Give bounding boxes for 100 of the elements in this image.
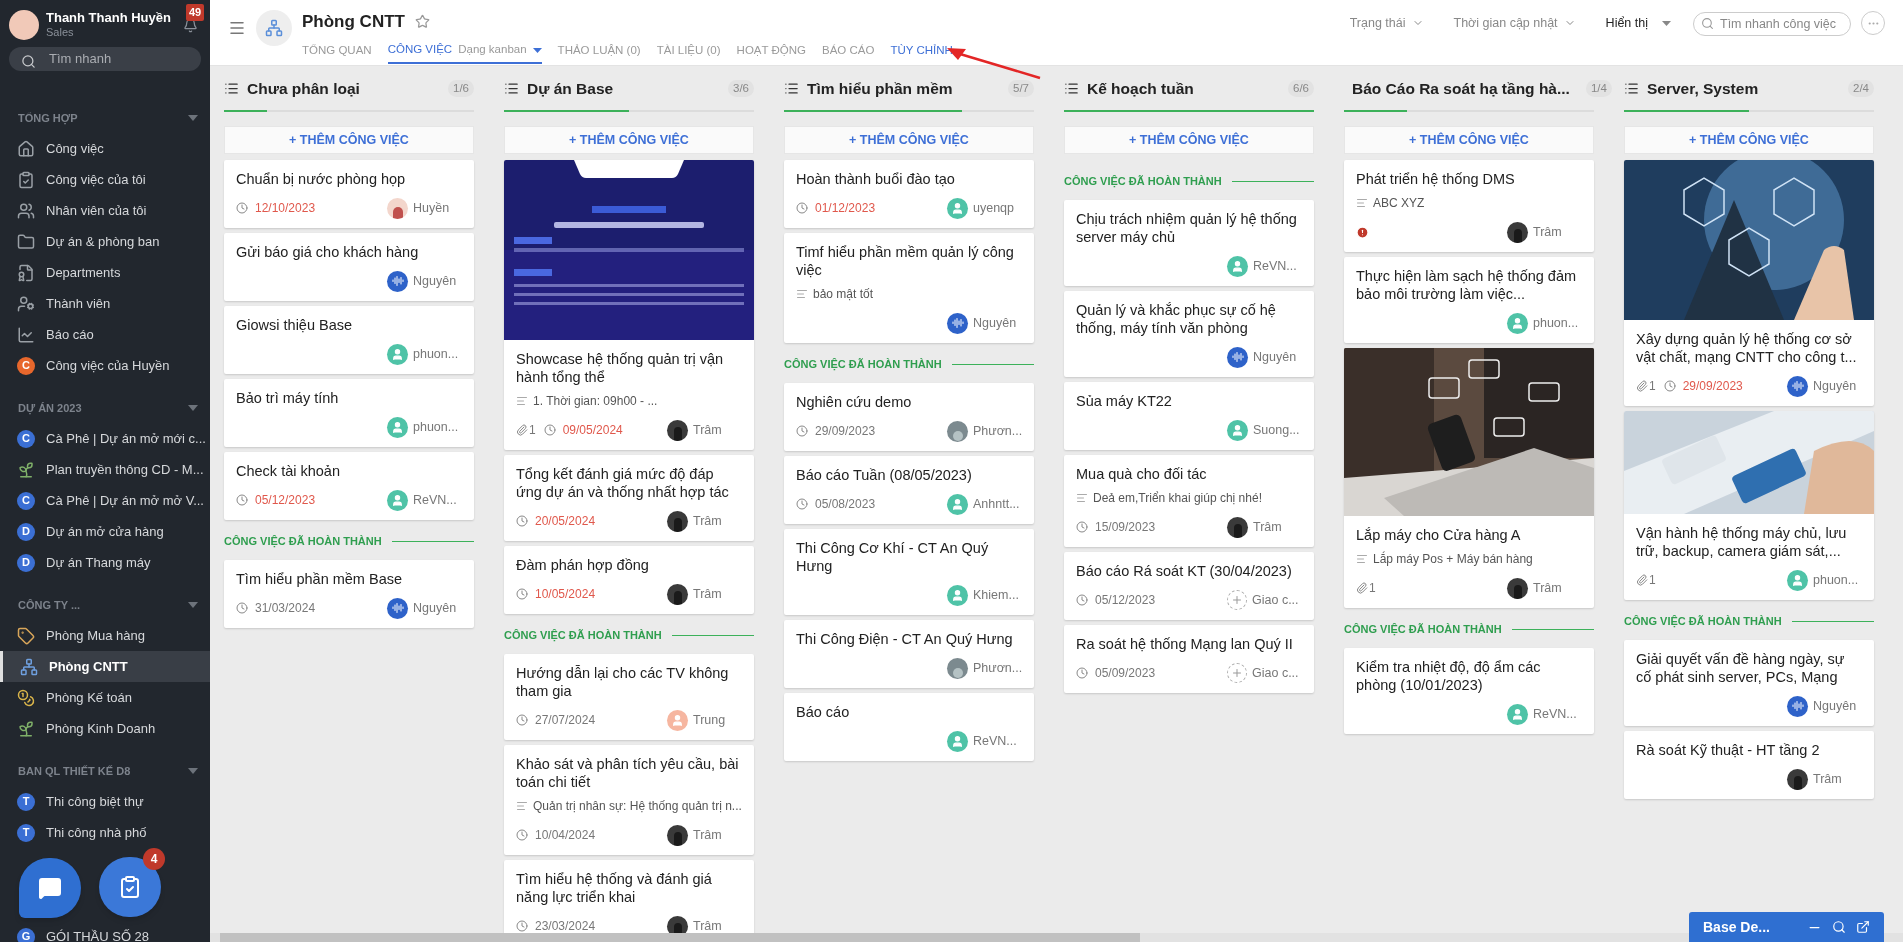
task-card[interactable]: Vận hành hệ thống máy chủ, lưu trữ, backup, camera giám sát,... 1 phuon... xyxy=(1624,411,1874,600)
task-card[interactable]: Chuẩn bị nước phòng họp 12/10/2023 Huyền xyxy=(224,160,474,228)
due-date: 05/12/2023 xyxy=(1095,592,1156,609)
task-card[interactable]: Showcase hệ thống quản trị vận hành tổng thể 1. Thời gian: 09h00 - ... 1 09/05/2024 Trâm xyxy=(504,160,754,450)
tab[interactable]: TÙY CHỈNH xyxy=(890,38,953,64)
task-card[interactable]: Phát triển hệ thống DMS ABC XYZ Trâm xyxy=(1344,160,1594,252)
section-label: CÔNG VIỆC ĐÃ HOÀN THÀNH xyxy=(1624,613,1782,630)
add-task-button[interactable]: + THÊM CÔNG VIỆC xyxy=(504,126,754,154)
caret-icon[interactable] xyxy=(532,47,542,53)
task-card[interactable]: Check tài khoản 05/12/2023 ReVN... xyxy=(224,452,474,520)
add-task-button[interactable]: + THÊM CÔNG VIỆC xyxy=(1624,126,1874,154)
task-card[interactable]: Xây dựng quản lý hệ thống cơ sở vật chất, mạng CNTT cho công t... 1 29/09/2023 Nguyên xyxy=(1624,160,1874,406)
task-card[interactable]: Hướng dẫn lại cho các TV không tham gia 27/07/2024 Trung xyxy=(504,654,754,740)
star-icon[interactable] xyxy=(414,14,430,30)
task-title: Gửi báo giá cho khách hàng xyxy=(236,243,420,261)
sidebar-item[interactable]: Công việc của tôi xyxy=(0,164,210,195)
sidebar-item[interactable]: T Thi công biệt thự xyxy=(0,786,210,817)
sidebar-item[interactable]: Nhân viên của tôi xyxy=(0,195,210,226)
sidebar-item[interactable]: Công việc xyxy=(0,133,210,164)
clock-icon xyxy=(1663,380,1676,392)
sidebar-item[interactable]: Thành viên xyxy=(0,288,210,319)
task-card[interactable]: Gửi báo giá cho khách hàng Nguyên xyxy=(224,233,474,301)
scrollbar[interactable] xyxy=(220,933,1140,942)
task-card[interactable]: Nghiên cứu demo 29/09/2023 Phươn... xyxy=(784,383,1034,451)
letter-icon: D xyxy=(17,522,35,541)
search-field[interactable]: Tìm nhanh công việc xyxy=(1693,12,1851,36)
task-card[interactable]: Thi Công Cơ Khí - CT An Quý Hưng Khiem... xyxy=(784,529,1034,615)
sidebar-item[interactable]: Departments xyxy=(0,257,210,288)
task-card[interactable]: Báo cáo ReVN... xyxy=(784,693,1034,761)
sidebar-item[interactable]: C Cà Phê | Dự án mở mới c... xyxy=(0,423,210,454)
caret-icon[interactable] xyxy=(188,115,198,121)
description-icon xyxy=(516,800,528,812)
sidebar-item[interactable]: C Công việc của Huyền xyxy=(0,350,210,381)
task-card[interactable]: Thực hiện làm sạch hệ thống đảm bảo môi trường làm việc... phuon... xyxy=(1344,257,1594,343)
user-gear-icon xyxy=(17,294,35,313)
caret-icon[interactable] xyxy=(188,768,198,774)
task-card[interactable]: Timf hiểu phần mềm quản lý công việc bảo mật tốt Nguyên xyxy=(784,233,1034,343)
task-card[interactable]: Rà soát Kỹ thuật - HT tầng 2 Trâm xyxy=(1624,731,1874,799)
task-card[interactable]: Tìm hiểu hệ thống và đánh giá năng lực triển khai 23/03/2024 Trâm xyxy=(504,860,754,933)
sidebar-item[interactable]: C Cà Phê | Dự án mở mở V... xyxy=(0,485,210,516)
sidebar-item[interactable]: Báo cáo xyxy=(0,319,210,350)
due-date: 15/09/2023 xyxy=(1095,519,1156,536)
caret-icon[interactable] xyxy=(188,405,198,411)
sidebar-item[interactable]: D Dự án mở cửa hàng xyxy=(0,516,210,547)
sidebar-item[interactable]: Phòng Kinh Doanh xyxy=(0,713,210,744)
task-card[interactable]: Giải quyết vấn đề hàng ngày, sự cố phát sinh server, PCs, Mạng Nguyên xyxy=(1624,640,1874,726)
search-field[interactable]: Tìm nhanh xyxy=(9,46,201,71)
task-card[interactable]: Hoàn thành buổi đào tạo 01/12/2023 uyenqp xyxy=(784,160,1034,228)
task-card[interactable]: Khảo sát và phân tích yêu cầu, bài toán chi tiết Quản trị nhân sự: Hệ thống quản trị n... 10/04/2024 Trâm xyxy=(504,745,754,855)
clock-icon xyxy=(796,498,808,510)
add-task-button[interactable]: + THÊM CÔNG VIỆC xyxy=(784,126,1034,154)
sidebar-item[interactable]: Phòng CNTT xyxy=(0,651,210,682)
task-card[interactable]: Chịu trách nhiệm quản lý hệ thống server máy chủ ReVN... xyxy=(1064,200,1314,286)
task-card[interactable]: Tổng kết đánh giá mức độ đáp ứng dự án và thống nhất hợp tác 20/05/2024 Trâm xyxy=(504,455,754,541)
add-task-button[interactable]: + THÊM CÔNG VIỆC xyxy=(224,126,474,154)
task-card[interactable]: Báo cáo Rá soát KT (30/04/2023) 05/12/2023 Giao c... xyxy=(1064,552,1314,620)
add-task-button[interactable]: + THÊM CÔNG VIỆC xyxy=(1344,126,1594,154)
sidebar-item[interactable]: G GÓI THẦU SỐ 28 xyxy=(0,921,210,942)
assignee-name: Nguyên xyxy=(1813,697,1857,715)
avatar xyxy=(387,343,408,365)
task-card[interactable]: Đàm phán hợp đồng 10/05/2024 Trâm xyxy=(504,546,754,614)
task-card[interactable]: Kiểm tra nhiệt độ, độ ẩm các phòng (10/01/2023) ReVN... xyxy=(1344,648,1594,734)
task-title: Tổng kết đánh giá mức độ đáp ứng dự án và thống nhất hợp tác xyxy=(516,465,730,501)
due-date: 20/05/2024 xyxy=(535,513,596,530)
sidebar-item[interactable]: T Thi công nhà phố xyxy=(0,817,210,848)
sidebar-item[interactable]: Dự án & phòng ban xyxy=(0,226,210,257)
tab[interactable]: CÔNG VIỆC Dạng kanban xyxy=(387,38,542,64)
avatar xyxy=(1787,695,1808,717)
avatar xyxy=(947,312,968,334)
page-title: Phòng CNTT xyxy=(302,11,405,33)
task-card[interactable]: Lắp máy cho Cửa hàng A Lắp máy Pos + Máy bán hàng 1 Trâm xyxy=(1344,348,1594,608)
task-card[interactable]: Sủa máy KT22 Suong... xyxy=(1064,382,1314,450)
external-link-icon[interactable] xyxy=(1856,920,1870,934)
column-title: Tìm hiểu phần mềm xyxy=(807,78,953,99)
task-card[interactable]: Mua quà cho đối tác Deả em,Triển khai giúp chị nhé! 15/09/2023 Trâm xyxy=(1064,455,1314,547)
sidebar-item[interactable]: D Dự án Thang máy xyxy=(0,547,210,578)
filter-dropdown[interactable]: Thời gian cập nhật xyxy=(1453,13,1576,33)
task-card[interactable]: Quản lý và khắc phục sự cố hệ thống, máy tính văn phòng Nguyên xyxy=(1064,291,1314,377)
menu-icon[interactable] xyxy=(228,19,246,37)
task-card[interactable]: Báo cáo Tuần (08/05/2023) 05/08/2023 Anhntt... xyxy=(784,456,1034,524)
avatar xyxy=(667,709,688,731)
add-task-button[interactable]: + THÊM CÔNG VIỆC xyxy=(1064,126,1314,154)
task-card[interactable]: Bảo trì máy tính phuon... xyxy=(224,379,474,447)
task-card[interactable]: Ra soát hệ thống Mạng lan Quý II 05/09/2023 Giao c... xyxy=(1064,625,1314,693)
search-icon[interactable] xyxy=(1832,920,1846,934)
column-title: Dự án Base xyxy=(527,78,614,99)
filter-dropdown[interactable]: Hiển thị xyxy=(1605,13,1671,33)
task-card[interactable]: Thi Công Điện - CT An Quý Hưng Phươn... xyxy=(784,620,1034,688)
sidebar-item[interactable]: Phòng Mua hàng xyxy=(0,620,210,651)
task-card[interactable]: Giowsi thiệu Base phuon... xyxy=(224,306,474,374)
user-role: Sales xyxy=(46,26,74,40)
avatar xyxy=(387,416,408,438)
sidebar-item[interactable]: Plan truyền thông CD - M... xyxy=(0,454,210,485)
mini-window-bar[interactable]: Base De... xyxy=(1689,912,1884,942)
avatar[interactable] xyxy=(9,10,39,40)
bell-icon[interactable] xyxy=(183,18,198,33)
filter-dropdown[interactable]: Trạng thái xyxy=(1349,13,1424,33)
sidebar-item[interactable]: Phòng Kế toán xyxy=(0,682,210,713)
task-card[interactable]: Tìm hiểu phần mềm Base 31/03/2024 Nguyên xyxy=(224,560,474,628)
caret-icon[interactable] xyxy=(188,602,198,608)
